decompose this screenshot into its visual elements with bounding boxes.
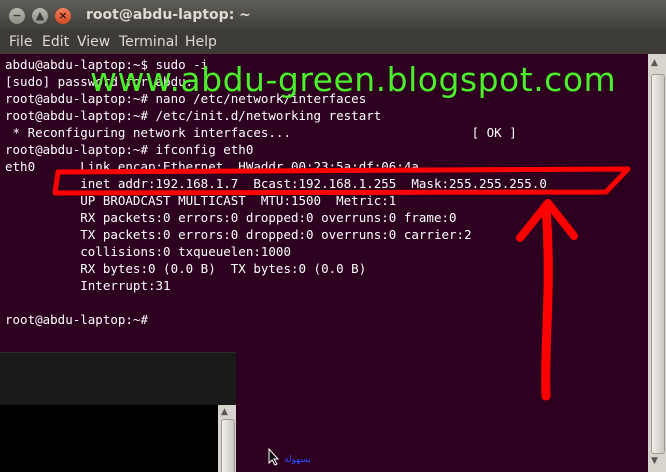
terminal-line: root@abdu-laptop:~# ifconfig eth0 bbox=[5, 142, 254, 157]
scroll-up-icon[interactable]: ▲ bbox=[221, 407, 228, 417]
menu-terminal[interactable]: Terminal bbox=[119, 34, 178, 50]
minimize-icon[interactable]: − bbox=[9, 8, 25, 24]
background-window-header bbox=[0, 353, 236, 405]
title-bar[interactable]: − ▲ × root@abdu-laptop: ~ bbox=[0, 0, 666, 32]
scrollbar-thumb[interactable] bbox=[651, 74, 665, 454]
menu-bar: File Edit View Terminal Help bbox=[0, 32, 666, 54]
mouse-pointer-icon bbox=[268, 448, 280, 466]
menu-help[interactable]: Help bbox=[185, 34, 217, 50]
terminal-line: eth0 Link encap:Ethernet HWaddr 00:23:5a… bbox=[5, 159, 419, 174]
scrollbar-thumb[interactable] bbox=[221, 419, 235, 472]
scroll-down-icon[interactable]: ▼ bbox=[651, 456, 658, 466]
link-text[interactable]: بسهولة bbox=[284, 455, 311, 465]
terminal-line: collisions:0 txqueuelen:1000 bbox=[5, 244, 291, 259]
menu-file[interactable]: File bbox=[9, 34, 32, 50]
window-title: root@abdu-laptop: ~ bbox=[86, 7, 251, 23]
close-icon[interactable]: × bbox=[55, 8, 71, 24]
terminal-line: root@abdu-laptop:~# /etc/init.d/networki… bbox=[5, 108, 382, 123]
menu-edit[interactable]: Edit bbox=[42, 34, 69, 50]
terminal-line: Interrupt:31 bbox=[5, 278, 171, 293]
background-window: ▲ bbox=[0, 352, 236, 472]
terminal-line: inet addr:192.168.1.7 Bcast:192.168.1.25… bbox=[5, 176, 547, 191]
terminal-line: * Reconfiguring network interfaces... [ … bbox=[5, 125, 517, 140]
watermark: www.abdu-green.blogspot.com bbox=[90, 60, 617, 99]
terminal-line: RX bytes:0 (0.0 B) TX bytes:0 (0.0 B) bbox=[5, 261, 367, 276]
maximize-icon[interactable]: ▲ bbox=[32, 8, 48, 24]
terminal-line: UP BROADCAST MULTICAST MTU:1500 Metric:1 bbox=[5, 193, 397, 208]
terminal-prompt[interactable]: root@abdu-laptop:~# bbox=[5, 311, 148, 328]
terminal-line: TX packets:0 errors:0 dropped:0 overruns… bbox=[5, 227, 472, 242]
terminal-line: RX packets:0 errors:0 dropped:0 overruns… bbox=[5, 210, 457, 225]
menu-view[interactable]: View bbox=[77, 34, 110, 50]
scroll-up-icon[interactable]: ▲ bbox=[651, 58, 658, 68]
vertical-scrollbar[interactable]: ▲ ▼ bbox=[648, 54, 666, 472]
terminal-window: − ▲ × root@abdu-laptop: ~ File Edit View… bbox=[0, 0, 666, 472]
background-window-scrollbar[interactable]: ▲ bbox=[218, 405, 236, 472]
